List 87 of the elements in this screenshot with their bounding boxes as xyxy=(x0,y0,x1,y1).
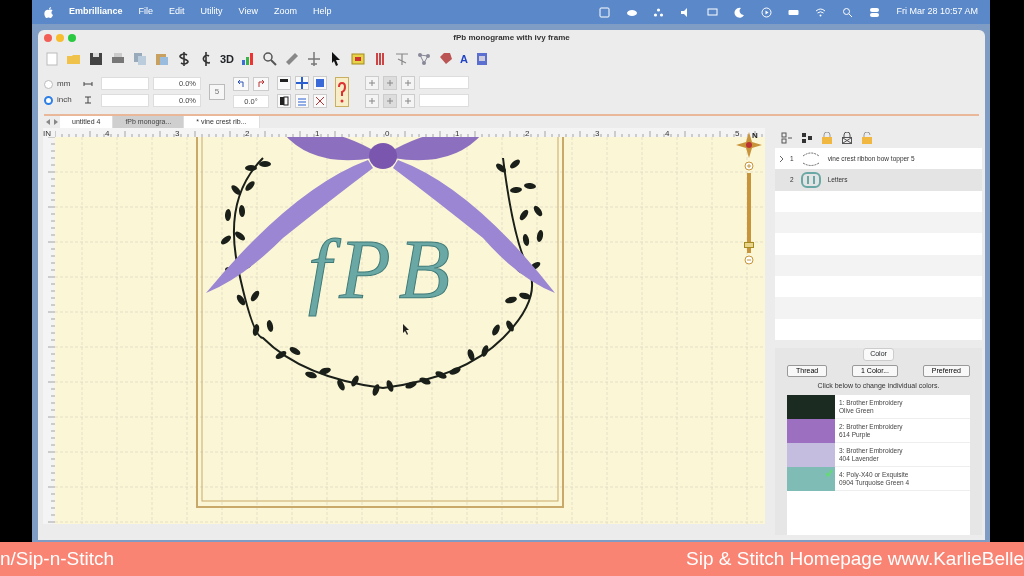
tab-back-icon[interactable] xyxy=(44,118,52,126)
step-button[interactable]: 5 xyxy=(209,84,225,100)
arrows-out-icon[interactable] xyxy=(295,76,309,90)
monogram-letters: fPB xyxy=(308,223,458,316)
ruler-label: 0 xyxy=(385,129,390,138)
window-title: fPb monograme with ivy frame xyxy=(453,32,570,44)
3d-view-button[interactable]: 3D xyxy=(220,50,235,68)
unit-radio[interactable] xyxy=(44,95,53,105)
ruler-label: 4 xyxy=(105,129,110,138)
copy-icon[interactable] xyxy=(132,51,148,67)
mouse-cursor-icon xyxy=(403,324,409,335)
size-input[interactable] xyxy=(101,94,149,107)
unit-label: mm xyxy=(57,78,72,90)
banner-text: n/Sip-n-Stitch xyxy=(0,546,115,571)
ruler-label: 1 xyxy=(315,129,320,138)
dots-icon[interactable] xyxy=(653,6,665,18)
ruler-label: 4 xyxy=(665,129,670,138)
play-circle-icon[interactable] xyxy=(761,6,773,18)
top-align-icon[interactable] xyxy=(277,76,291,90)
menu-item[interactable]: Edit xyxy=(169,5,185,19)
wifi-icon[interactable] xyxy=(815,6,827,18)
height-arrows-icon xyxy=(83,96,93,104)
menu-item[interactable]: Utility xyxy=(200,5,223,19)
rotate-left-icon[interactable] xyxy=(233,76,249,91)
scissors-icon[interactable] xyxy=(313,94,327,108)
magnifier-icon[interactable] xyxy=(262,51,279,67)
align-left-icon[interactable] xyxy=(365,76,379,90)
compass-north-label: N xyxy=(752,131,758,140)
menu-item[interactable]: View xyxy=(238,5,258,19)
display-icon[interactable] xyxy=(707,6,719,18)
zoom-slider[interactable] xyxy=(747,173,751,253)
close-window-button[interactable] xyxy=(44,34,52,42)
tag-icon[interactable] xyxy=(438,51,455,67)
ruler-label: 2 xyxy=(245,129,250,138)
size-input[interactable] xyxy=(101,77,149,90)
banner-text: Sip & Stitch Homepage www.KarlieBelle xyxy=(686,546,1024,571)
ruler-icon[interactable] xyxy=(284,51,301,67)
align-center-icon[interactable] xyxy=(383,76,397,90)
ungroup-icon[interactable] xyxy=(801,132,813,144)
zoom-in-icon[interactable] xyxy=(744,161,754,171)
ruler-label: 3 xyxy=(175,129,180,138)
unit-radio[interactable] xyxy=(44,79,53,89)
rotate-right-icon[interactable] xyxy=(253,76,269,91)
lock-icon[interactable] xyxy=(821,132,833,144)
frame-icon[interactable] xyxy=(350,51,367,67)
save-icon[interactable] xyxy=(88,51,104,67)
ruler-unit: IN xyxy=(43,129,51,138)
width-arrows-icon xyxy=(83,80,93,88)
dollar-icon[interactable] xyxy=(176,51,192,67)
checkmark-icon xyxy=(825,469,833,477)
ruler-label: 3 xyxy=(595,129,600,138)
group-icon[interactable] xyxy=(781,132,793,144)
search-icon[interactable] xyxy=(842,6,854,18)
align-top-icon[interactable] xyxy=(365,94,379,108)
menu-item[interactable]: File xyxy=(138,5,154,19)
ruler-label: 5 xyxy=(735,129,740,138)
paste-icon[interactable] xyxy=(154,51,170,67)
align-middle-icon[interactable] xyxy=(383,94,397,108)
zoom-window-button[interactable] xyxy=(68,34,76,42)
position-input[interactable] xyxy=(419,94,469,107)
menu-item[interactable]: Zoom xyxy=(273,5,297,19)
network-icon[interactable] xyxy=(416,51,433,67)
toggle-icon[interactable] xyxy=(869,6,881,18)
tab-forward-icon[interactable] xyxy=(52,118,60,126)
align-bottom-icon[interactable] xyxy=(401,94,415,108)
unit-label: inch xyxy=(57,94,73,106)
menu-item[interactable]: Help xyxy=(312,5,332,19)
ruler-label: 1 xyxy=(455,129,460,138)
position-input[interactable] xyxy=(419,76,469,89)
half-fill-icon[interactable] xyxy=(277,94,291,108)
app-menu[interactable]: Embrilliance xyxy=(69,5,123,19)
unlock-icon[interactable] xyxy=(861,132,873,144)
zoom-out-icon[interactable] xyxy=(744,255,754,265)
align-right-icon[interactable] xyxy=(401,76,415,90)
grid-icon[interactable] xyxy=(313,76,327,90)
apple-logo-icon[interactable] xyxy=(44,6,53,18)
moon-icon[interactable] xyxy=(734,6,746,18)
menu-bar-clock[interactable]: Fri Mar 28 10:57 AM xyxy=(896,5,978,19)
zoom-slider-thumb[interactable] xyxy=(744,242,754,248)
box-icon[interactable] xyxy=(599,6,611,18)
compass-icon[interactable] xyxy=(736,132,762,158)
locked-box-icon[interactable] xyxy=(841,132,853,144)
letters-thumbnail-icon xyxy=(799,171,822,189)
document-icon[interactable] xyxy=(474,51,490,67)
ruler-label: 2 xyxy=(525,129,530,138)
help-icon[interactable] xyxy=(335,77,349,107)
text-tool-button[interactable]: A xyxy=(460,50,468,68)
